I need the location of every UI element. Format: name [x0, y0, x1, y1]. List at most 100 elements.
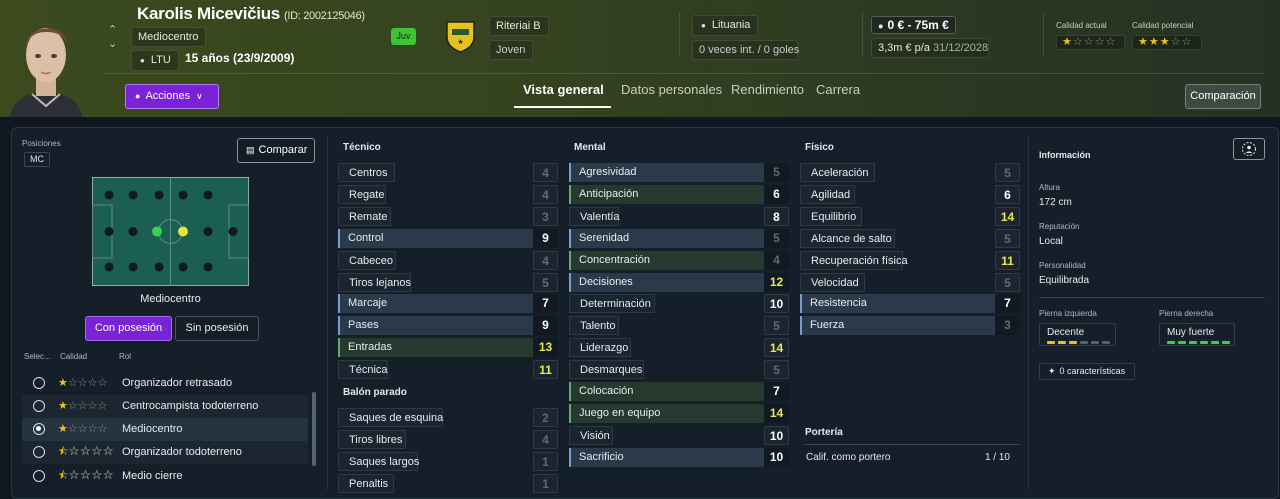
country-chip[interactable]: ● Lituania [692, 15, 758, 36]
sparkle-icon: ✦ [1048, 366, 1056, 376]
attribute-row[interactable]: Control 9 [338, 228, 558, 248]
attribute-row[interactable]: Decisiones 12 [569, 272, 789, 292]
attribute-name: Recuperación física [800, 250, 908, 270]
attribute-value: 5 [533, 272, 558, 292]
attribute-row[interactable]: Resistencia 7 [800, 294, 1020, 314]
actions-button[interactable]: ● Acciones ∨ [125, 84, 219, 109]
role-row[interactable]: ★☆☆☆☆ Organizador retrasado [22, 372, 308, 395]
attribute-row[interactable]: Anticipación 6 [569, 184, 789, 204]
attribute-row[interactable]: Saques largos 1 [338, 451, 558, 471]
attribute-row[interactable]: Tiros lejanos 5 [338, 272, 558, 292]
height-label: Altura [1039, 183, 1060, 192]
attribute-name: Aceleración [800, 163, 875, 182]
attribute-row[interactable]: Serenidad 5 [569, 228, 789, 248]
role-row[interactable]: ⯪☆☆☆☆ Medio cierre [22, 465, 308, 488]
role-quality-stars: ⯪☆☆☆☆ [58, 446, 114, 458]
out-of-possession-toggle[interactable]: Sin posesión [175, 316, 259, 341]
attribute-row[interactable]: Talento 5 [569, 316, 789, 336]
attribute-value: 6 [764, 184, 789, 204]
role-row-selected[interactable]: ★☆☆☆☆ Mediocentro [22, 418, 308, 441]
attribute-value: 12 [764, 272, 789, 292]
attribute-row[interactable]: Velocidad 5 [800, 272, 1020, 292]
info-options-button[interactable] [1233, 138, 1265, 160]
attribute-name: Equilibrio [800, 206, 862, 226]
attribute-row[interactable]: Colocación 7 [569, 382, 789, 401]
in-possession-toggle[interactable]: Con posesión [85, 316, 172, 341]
attribute-row[interactable]: Agresividad 5 [569, 163, 789, 182]
attribute-row[interactable]: Técnica 11 [338, 360, 558, 380]
attribute-name: Remate [338, 206, 391, 226]
attribute-name: Regate [338, 184, 386, 204]
attribute-row[interactable]: Centros 4 [338, 163, 558, 182]
compare-button[interactable]: ▤ Comparar [237, 138, 315, 163]
role-row[interactable]: ⯪☆☆☆☆ Organizador todoterreno [22, 441, 308, 464]
role-radio-checked[interactable] [33, 423, 45, 435]
attribute-value: 4 [533, 163, 558, 182]
attribute-row[interactable]: Aceleración 5 [800, 163, 1020, 182]
attribute-row[interactable]: Valentía 8 [569, 206, 789, 226]
attribute-name: Cabeceo [338, 250, 396, 270]
attribute-row[interactable]: Remate 3 [338, 206, 558, 226]
position-dot-selected [178, 226, 188, 237]
attribute-row[interactable]: Penaltis 1 [338, 473, 558, 493]
role-radio[interactable] [33, 400, 45, 412]
height-value: 172 cm [1039, 197, 1072, 208]
attribute-name: Visión [569, 425, 613, 445]
role-row[interactable]: ★☆☆☆☆ Centrocampista todoterreno [22, 395, 308, 418]
attribute-row[interactable]: Sacrificio 10 [569, 447, 789, 467]
attribute-value: 4 [764, 250, 789, 270]
attribute-row[interactable]: Regate 4 [338, 184, 558, 204]
flag-icon: ● [701, 21, 706, 30]
attribute-value: 3 [533, 206, 558, 226]
international-caps: 0 veces int. / 0 goles [692, 40, 799, 60]
attribute-row[interactable]: Entradas 13 [338, 338, 558, 358]
attribute-row[interactable]: Determinación 10 [569, 294, 789, 314]
positions-label: Posiciones [22, 139, 61, 148]
attribute-name: Resistencia [810, 297, 867, 310]
role-quality-stars: ⯪☆☆☆☆ [58, 470, 114, 482]
comparison-button[interactable]: Comparación [1185, 84, 1261, 109]
chevron-down-icon: ∨ [196, 91, 203, 101]
role-radio[interactable] [33, 377, 45, 389]
attribute-row[interactable]: Saques de esquina 2 [338, 408, 558, 427]
attribute-row[interactable]: Agilidad 6 [800, 184, 1020, 204]
attribute-row[interactable]: Recuperación física 11 [800, 250, 1020, 270]
attribute-value: 5 [764, 163, 789, 182]
attribute-row[interactable]: Juego en equipo 14 [569, 403, 789, 423]
flag-icon: ● [140, 56, 145, 65]
nation-chip[interactable]: ● LTU [131, 50, 179, 71]
svg-text:★: ★ [457, 38, 463, 46]
personality-label: Personalidad [1039, 261, 1086, 270]
attribute-row[interactable]: Visión 10 [569, 425, 789, 445]
attribute-row[interactable]: Liderazgo 14 [569, 338, 789, 358]
set-pieces-heading: Balón parado [343, 387, 407, 398]
attribute-row[interactable]: Concentración 4 [569, 250, 789, 270]
attribute-value: 1 [533, 451, 558, 471]
characteristics-button[interactable]: ✦ 0 características [1039, 363, 1135, 380]
attribute-row[interactable]: Desmarques 5 [569, 360, 789, 380]
role-radio[interactable] [33, 446, 45, 458]
tag-icon: ● [878, 21, 884, 31]
chevron-down-icon[interactable]: ⌄ [108, 37, 117, 50]
attribute-row[interactable]: Tiros libres 4 [338, 429, 558, 449]
attribute-value: 11 [995, 250, 1020, 270]
attribute-row[interactable]: Marcaje 7 [338, 294, 558, 314]
player-age: 15 años (23/9/2009) [185, 51, 295, 65]
attribute-row[interactable]: Equilibrio 14 [800, 206, 1020, 226]
current-quality-stars: ★☆☆☆☆ [1056, 35, 1125, 50]
tab-career[interactable]: Carrera [816, 82, 860, 97]
role-name: Medio cierre [122, 470, 183, 482]
chevron-up-icon[interactable]: ⌃ [108, 23, 117, 36]
tab-performance[interactable]: Rendimiento [731, 82, 804, 97]
roles-scrollbar[interactable] [312, 392, 316, 466]
attribute-name: Concentración [579, 253, 650, 266]
role-radio[interactable] [33, 470, 45, 482]
tab-overview[interactable]: Vista general [523, 82, 604, 97]
attribute-row[interactable]: Cabeceo 4 [338, 250, 558, 270]
tab-personal-data[interactable]: Datos personales [621, 82, 722, 97]
attribute-row[interactable]: Pases 9 [338, 316, 558, 336]
attribute-row[interactable]: Fuerza 3 [800, 316, 1020, 336]
goalkeeping-heading: Portería [805, 427, 843, 438]
club-name-chip[interactable]: Riteriai B [489, 16, 549, 36]
attribute-row[interactable]: Alcance de salto 5 [800, 228, 1020, 248]
